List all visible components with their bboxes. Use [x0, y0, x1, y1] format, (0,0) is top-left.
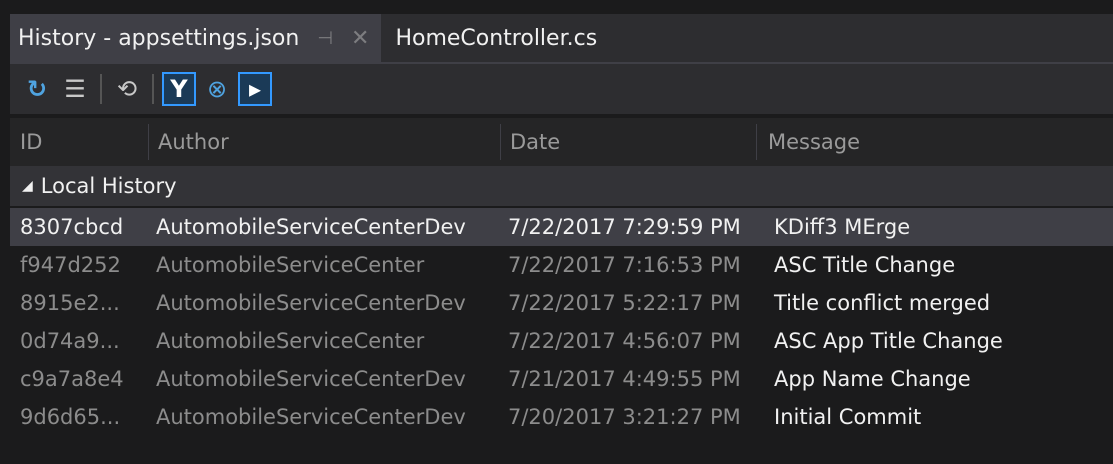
- history-list: 8307cbcd AutomobileServiceCenterDev 7/22…: [10, 208, 1113, 436]
- toolbar-separator: [152, 74, 154, 104]
- pin-icon[interactable]: ⊣: [317, 28, 333, 49]
- refresh-button[interactable]: ↻: [20, 72, 54, 106]
- close-icon[interactable]: ✕: [351, 26, 369, 51]
- commit-date: 7/22/2017 4:56:07 PM: [508, 329, 741, 353]
- commit-message: ASC App Title Change: [774, 329, 1003, 353]
- commit-author: AutomobileServiceCenter: [156, 253, 425, 277]
- history-compare-icon: ⟲: [116, 75, 138, 103]
- commit-message: Title conflict merged: [774, 291, 991, 315]
- column-divider[interactable]: [756, 124, 757, 160]
- tab-label: History - appsettings.json: [18, 25, 300, 51]
- column-header-id[interactable]: ID: [20, 118, 42, 166]
- commit-author: AutomobileServiceCenterDev: [156, 215, 466, 239]
- commit-date: 7/20/2017 3:21:27 PM: [508, 405, 741, 429]
- commit-author: AutomobileServiceCenter: [156, 329, 425, 353]
- toolbar-separator: [100, 74, 102, 104]
- commit-author: AutomobileServiceCenterDev: [156, 367, 466, 391]
- table-row[interactable]: 8307cbcd AutomobileServiceCenterDev 7/22…: [10, 208, 1113, 246]
- commit-id: c9a7a8e4: [20, 367, 124, 391]
- group-local-history[interactable]: ◢ Local History: [10, 166, 1113, 206]
- commit-message: Initial Commit: [774, 405, 922, 429]
- merge-graph-icon: ⊗: [206, 75, 228, 103]
- tab-label: HomeController.cs: [395, 25, 598, 51]
- column-header-author[interactable]: Author: [158, 118, 229, 166]
- column-header-date[interactable]: Date: [510, 118, 560, 166]
- merge-graph-button[interactable]: ⊗: [200, 72, 234, 106]
- column-divider[interactable]: [500, 124, 501, 160]
- commit-author: AutomobileServiceCenterDev: [156, 291, 466, 315]
- branch-filter-button[interactable]: Y: [162, 72, 196, 106]
- commit-message: KDiff3 MErge: [774, 215, 911, 239]
- tag-button[interactable]: ▸: [238, 72, 272, 106]
- tab-history-appsettings[interactable]: History - appsettings.json ⊣ ✕: [10, 14, 382, 62]
- commit-message: ASC Title Change: [774, 253, 956, 277]
- history-compare-button[interactable]: ⟲: [110, 72, 144, 106]
- table-row[interactable]: 0d74a9... AutomobileServiceCenter 7/22/2…: [10, 322, 1113, 360]
- tag-icon: ▸: [248, 75, 262, 103]
- history-toolbar: ↻ ☰ ⟲ Y ⊗ ▸: [10, 62, 1113, 114]
- commit-author: AutomobileServiceCenterDev: [156, 405, 466, 429]
- table-row[interactable]: 8915e2... AutomobileServiceCenterDev 7/2…: [10, 284, 1113, 322]
- table-row[interactable]: c9a7a8e4 AutomobileServiceCenterDev 7/21…: [10, 360, 1113, 398]
- document-tab-strip: History - appsettings.json ⊣ ✕ HomeContr…: [10, 14, 1113, 62]
- refresh-icon: ↻: [26, 75, 48, 103]
- collapse-triangle-icon[interactable]: ◢: [22, 178, 33, 194]
- list-view-icon: ☰: [64, 75, 86, 103]
- commit-id: 8915e2...: [20, 291, 120, 315]
- commit-id: 8307cbcd: [20, 215, 124, 239]
- branch-filter-icon: Y: [170, 75, 188, 103]
- history-window: History - appsettings.json ⊣ ✕ HomeContr…: [0, 0, 1113, 464]
- list-view-button[interactable]: ☰: [58, 72, 92, 106]
- commit-date: 7/21/2017 4:49:55 PM: [508, 367, 741, 391]
- commit-message: App Name Change: [774, 367, 971, 391]
- commit-id: 0d74a9...: [20, 329, 120, 353]
- commit-id: 9d6d65...: [20, 405, 121, 429]
- group-label: Local History: [40, 174, 177, 198]
- tab-homecontroller[interactable]: HomeController.cs: [381, 14, 611, 62]
- column-header-message[interactable]: Message: [768, 118, 860, 166]
- table-row[interactable]: f947d252 AutomobileServiceCenter 7/22/20…: [10, 246, 1113, 284]
- commit-date: 7/22/2017 7:29:59 PM: [508, 215, 741, 239]
- commit-date: 7/22/2017 7:16:53 PM: [508, 253, 741, 277]
- column-header-row: ID Author Date Message: [10, 118, 1113, 166]
- column-divider[interactable]: [148, 124, 149, 160]
- commit-date: 7/22/2017 5:22:17 PM: [508, 291, 741, 315]
- table-row[interactable]: 9d6d65... AutomobileServiceCenterDev 7/2…: [10, 398, 1113, 436]
- commit-id: f947d252: [20, 253, 121, 277]
